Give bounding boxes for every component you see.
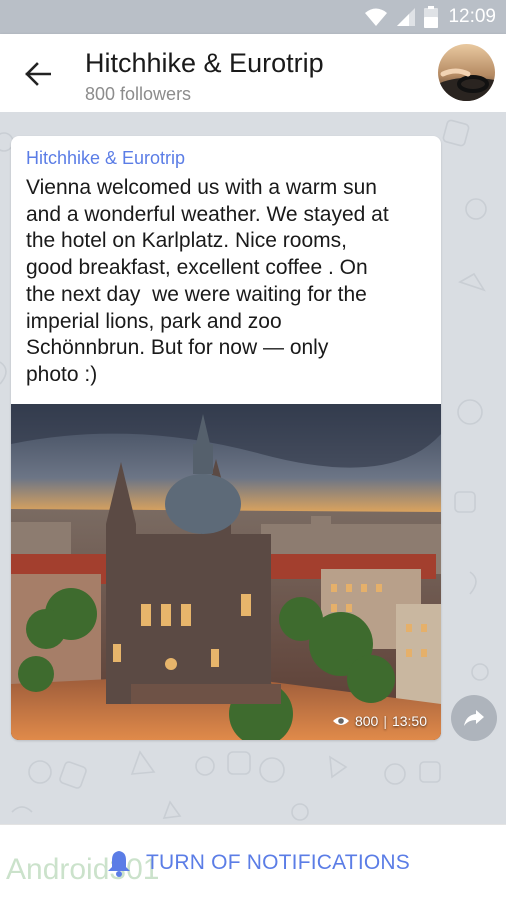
message-line: the hotel on Karlplatz. Nice rooms, [26, 229, 347, 253]
view-count: 800 [354, 713, 379, 729]
meta-separator: | [383, 713, 387, 729]
channel-title[interactable]: Hitchhike & Eurotrip [85, 48, 324, 79]
message-line: Vienna welcomed us with a warm sun [26, 176, 377, 199]
bell-icon [108, 851, 130, 877]
arrow-left-icon [25, 62, 51, 86]
message-bubble[interactable]: Hitchhike & Eurotrip Vienna welcomed us … [11, 136, 441, 740]
eye-icon [332, 717, 349, 725]
message-line: photo :) [26, 362, 98, 386]
signal-icon [397, 8, 416, 26]
followers-count: 800 followers [85, 84, 192, 104]
message-time: 13:50 [391, 713, 427, 729]
message-line: the next day we were waiting for the [26, 282, 367, 306]
message-line: good breakfast, excellent coffee . On [26, 256, 368, 280]
notification-label: TURN OF NOTIFICATIONS [146, 851, 410, 874]
message-line: Schönnbrun. But for now — only [26, 336, 329, 360]
channel-avatar[interactable] [438, 44, 495, 101]
back-button[interactable] [18, 54, 58, 94]
status-bar: 12:09 [0, 0, 506, 34]
message-line: and a wonderful weather. We stayed at [26, 202, 389, 226]
message-line: imperial lions, park and zoo [26, 309, 282, 333]
avatar-image [438, 44, 495, 101]
wifi-icon [365, 8, 388, 26]
message-text: Vienna welcomed us with a warm sun and a… [26, 175, 431, 389]
share-button[interactable] [451, 695, 497, 741]
bottom-bar: Android301 TURN OF NOTIFICATIONS [0, 824, 506, 901]
message-meta: 800 | 13:50 [326, 710, 433, 732]
church-photo [11, 404, 441, 740]
status-icons: 12:09 [364, 0, 496, 34]
share-icon [464, 710, 484, 726]
channel-header: Hitchhike & Eurotrip 800 followers [0, 34, 506, 112]
turn-off-notifications-button[interactable]: TURN OF NOTIFICATIONS [100, 825, 416, 901]
battery-icon [424, 6, 439, 28]
message-author[interactable]: Hitchhike & Eurotrip [26, 148, 185, 169]
message-photo[interactable]: 800 | 13:50 [11, 404, 441, 740]
status-time: 12:09 [448, 6, 496, 27]
